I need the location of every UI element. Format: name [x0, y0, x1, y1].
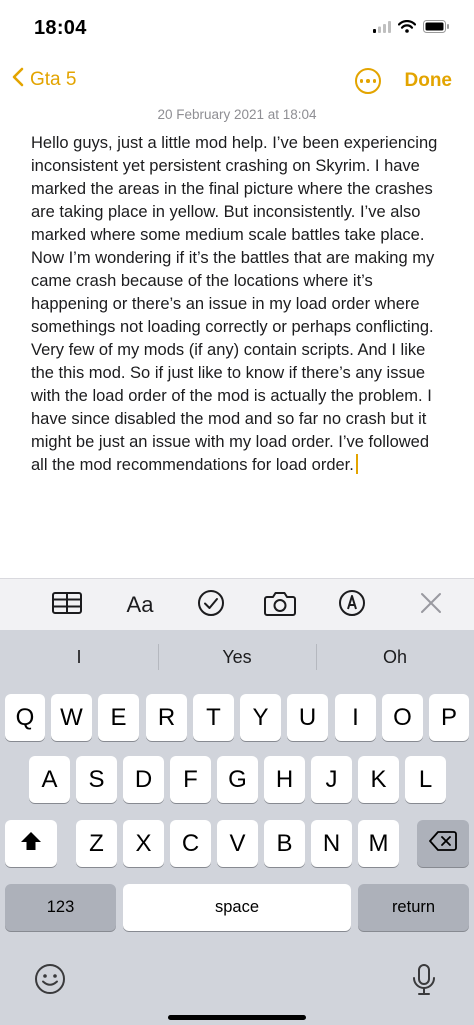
note-body-text: Hello guys, just a little mod help. I’ve… — [31, 134, 438, 474]
key-x[interactable]: X — [123, 820, 164, 867]
suggestion-3[interactable]: Oh — [316, 630, 474, 684]
key-t[interactable]: T — [193, 694, 234, 741]
delete-backspace-icon — [429, 830, 457, 858]
battery-icon — [423, 20, 450, 38]
shift-icon — [20, 830, 42, 858]
camera-icon — [264, 590, 296, 621]
table-button[interactable] — [48, 579, 86, 631]
key-l[interactable]: L — [405, 756, 446, 803]
markup-button[interactable] — [336, 579, 368, 631]
back-label: Gta 5 — [30, 69, 77, 90]
microphone-button[interactable] — [412, 963, 436, 1002]
key-n[interactable]: N — [311, 820, 352, 867]
emoji-icon — [34, 963, 66, 1000]
format-toolbar: Aa — [0, 578, 474, 631]
microphone-icon — [412, 963, 436, 1002]
return-key[interactable]: return — [358, 884, 469, 931]
shift-key[interactable] — [5, 820, 57, 867]
markup-pen-icon — [338, 589, 366, 622]
key-r[interactable]: R — [146, 694, 187, 741]
text-caret — [355, 454, 358, 474]
status-icons — [373, 20, 450, 38]
suggestion-bar: I Yes Oh — [0, 630, 474, 684]
key-v[interactable]: V — [217, 820, 258, 867]
home-indicator — [168, 1015, 306, 1020]
delete-key[interactable] — [417, 820, 469, 867]
key-k[interactable]: K — [358, 756, 399, 803]
done-button[interactable]: Done — [405, 70, 453, 92]
checklist-button[interactable] — [194, 579, 228, 631]
key-h[interactable]: H — [264, 756, 305, 803]
space-key[interactable]: space — [123, 884, 351, 931]
key-s[interactable]: S — [76, 756, 117, 803]
chevron-left-icon — [12, 67, 24, 93]
key-y[interactable]: Y — [240, 694, 281, 741]
close-icon — [420, 592, 442, 619]
key-w[interactable]: W — [51, 694, 92, 741]
note-date: 20 February 2021 at 18:04 — [157, 107, 317, 122]
key-u[interactable]: U — [287, 694, 328, 741]
close-toolbar-button[interactable] — [416, 579, 446, 631]
suggestion-2[interactable]: Yes — [158, 630, 316, 684]
suggestion-1[interactable]: I — [0, 630, 158, 684]
nav-bar: Gta 5 Done — [0, 60, 474, 104]
key-b[interactable]: B — [264, 820, 305, 867]
cellular-signal-icon — [373, 20, 391, 38]
status-time: 18:04 — [34, 17, 87, 39]
key-g[interactable]: G — [217, 756, 258, 803]
note-text-area[interactable]: Hello guys, just a little mod help. I’ve… — [31, 132, 443, 477]
keyboard: I Yes Oh Q W E R T Y U I O P A S D F G H… — [0, 630, 474, 1025]
numbers-key[interactable]: 123 — [5, 884, 116, 931]
key-c[interactable]: C — [170, 820, 211, 867]
checklist-icon — [197, 589, 225, 622]
status-bar: 18:04 — [0, 0, 474, 60]
key-d[interactable]: D — [123, 756, 164, 803]
emoji-button[interactable] — [34, 963, 66, 1000]
key-m[interactable]: M — [358, 820, 399, 867]
back-button[interactable]: Gta 5 — [12, 67, 76, 93]
key-e[interactable]: E — [98, 694, 139, 741]
more-button[interactable] — [355, 68, 381, 94]
key-p[interactable]: P — [429, 694, 469, 741]
ellipsis-circle-icon — [359, 79, 377, 83]
key-i[interactable]: I — [335, 694, 376, 741]
key-a[interactable]: A — [29, 756, 70, 803]
wifi-icon — [397, 20, 417, 38]
text-format-button[interactable]: Aa — [116, 579, 164, 631]
key-o[interactable]: O — [382, 694, 423, 741]
camera-button[interactable] — [262, 579, 298, 631]
key-f[interactable]: F — [170, 756, 211, 803]
key-q[interactable]: Q — [5, 694, 45, 741]
key-j[interactable]: J — [311, 756, 352, 803]
table-icon — [52, 591, 82, 619]
key-z[interactable]: Z — [76, 820, 117, 867]
